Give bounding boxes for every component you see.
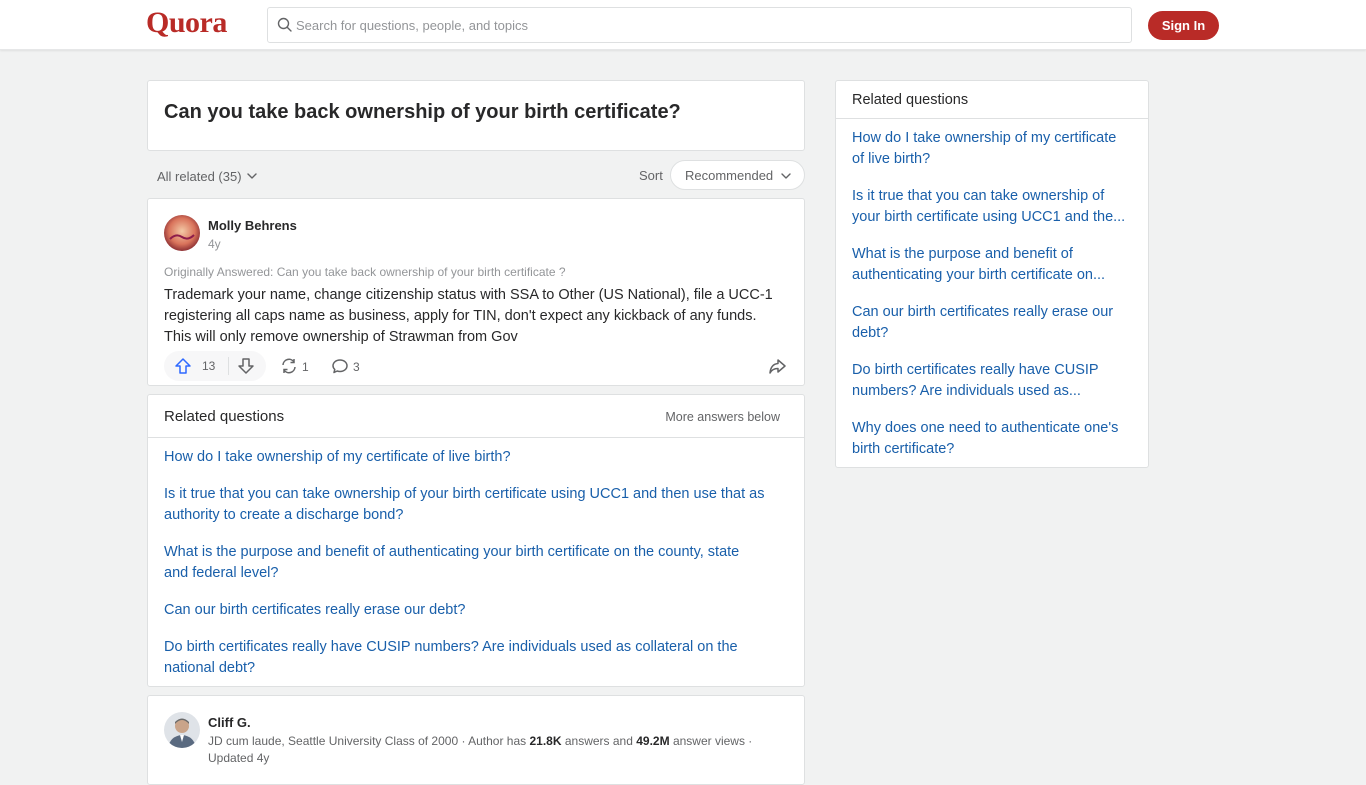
sidebar-question-link[interactable]: What is the purpose and benefit of authen…	[852, 244, 1136, 286]
credential-text: answer views ·	[669, 734, 753, 748]
link-line: Is it true that you can take ownership o…	[164, 486, 765, 502]
share-arrow-icon	[769, 359, 786, 374]
answer-card: Cliff G. JD cum laude, Seattle Universit…	[147, 695, 805, 785]
question-card: Can you take back ownership of your birt…	[147, 80, 805, 151]
related-question-link[interactable]: Is it true that you can take ownership o…	[164, 484, 764, 526]
comment-button[interactable]: 3	[331, 357, 360, 375]
link-line: and federal level?	[164, 565, 279, 581]
sort-dropdown[interactable]: Recommended	[670, 160, 805, 190]
sidebar-heading: Related questions	[852, 92, 969, 108]
link-line: numbers? Are individuals used as...	[852, 383, 1081, 399]
answer-body: Trademark your name, change citizenship …	[164, 285, 789, 348]
avatar[interactable]	[164, 215, 200, 251]
link-line: Do birth certificates really have CUSIP …	[164, 639, 738, 655]
vote-pill: 13	[164, 351, 266, 381]
credential-text: JD cum laude, Seattle University Class o…	[208, 734, 530, 748]
link-line: How do I take ownership of my certificat…	[164, 449, 511, 465]
avatar[interactable]	[164, 712, 200, 748]
quora-logo[interactable]: Quora	[146, 6, 227, 40]
link-line: Do birth certificates really have CUSIP	[852, 362, 1099, 378]
views-count: 49.2M	[636, 734, 670, 748]
updated-timestamp[interactable]: Updated 4y	[208, 751, 269, 765]
search-box[interactable]	[267, 7, 1132, 43]
author-name[interactable]: Cliff G.	[208, 715, 251, 730]
related-questions-inline: Related questions More answers below How…	[147, 394, 805, 687]
author-name[interactable]: Molly Behrens	[208, 218, 297, 233]
related-question-link[interactable]: Do birth certificates really have CUSIP …	[164, 637, 738, 679]
link-line: national debt?	[164, 660, 256, 676]
sidebar-question-link[interactable]: Do birth certificates really have CUSIP n…	[852, 360, 1136, 402]
question-title: Can you take back ownership of your birt…	[164, 101, 681, 123]
answer-actions: 13 1 3	[164, 351, 789, 381]
comment-icon	[332, 359, 348, 374]
link-line: birth certificate?	[852, 441, 955, 457]
related-question-link[interactable]: How do I take ownership of my certificat…	[164, 447, 511, 468]
answer-line: This will only remove ownership of Straw…	[164, 329, 518, 345]
link-line: Is it true that you can take ownership o…	[852, 188, 1105, 204]
reshare-count: 1	[302, 360, 309, 374]
link-line: Can our birth certificates really erase …	[164, 602, 466, 618]
downvote-icon	[238, 358, 254, 374]
share-button[interactable]	[768, 357, 786, 380]
link-line: Why does one need to authenticate one's	[852, 420, 1119, 436]
answer-timestamp[interactable]: 4y	[208, 237, 221, 251]
upvote-count: 13	[202, 359, 216, 373]
top-navigation-bar: Quora Sign In	[0, 0, 1366, 50]
link-line: debt?	[852, 325, 889, 341]
link-line: How do I take ownership of my certificat…	[852, 130, 1117, 146]
credential-text: answers and	[561, 734, 637, 748]
link-line: Can our birth certificates really erase …	[852, 304, 1114, 320]
related-question-link[interactable]: Can our birth certificates really erase …	[164, 600, 465, 621]
link-line: authenticating your birth certificate on…	[852, 267, 1106, 283]
upvote-icon	[175, 358, 191, 374]
answer-line: registering all caps name as business, a…	[164, 308, 757, 324]
link-line: of live birth?	[852, 151, 931, 167]
sidebar-question-link[interactable]: How do I take ownership of my certificat…	[852, 128, 1136, 170]
originally-answered-text: Originally Answered: Can you take back o…	[164, 265, 566, 279]
more-answers-below: More answers below	[665, 410, 780, 424]
link-line: your birth certificate using UCC1 and th…	[852, 209, 1126, 225]
search-input[interactable]	[296, 8, 1116, 42]
link-line: authority to create a discharge bond?	[164, 507, 404, 523]
sort-value: Recommended	[685, 167, 774, 183]
search-icon	[277, 17, 292, 32]
all-related-label: All related (35)	[157, 169, 242, 184]
answers-count: 21.8K	[529, 734, 562, 748]
downvote-button[interactable]	[237, 357, 255, 380]
link-line: What is the purpose and benefit of	[852, 246, 1073, 262]
sort-label: Sort	[639, 168, 663, 183]
answer-card: Molly Behrens 4y Originally Answered: Ca…	[147, 198, 805, 386]
vote-divider	[228, 357, 229, 375]
link-line: What is the purpose and benefit of authe…	[164, 544, 740, 560]
answer-line: Trademark your name, change citizenship …	[164, 287, 773, 303]
related-questions-heading: Related questions	[164, 408, 285, 425]
share-count-button[interactable]: 1	[280, 357, 309, 375]
comment-count: 3	[353, 360, 360, 374]
divider	[836, 118, 1148, 119]
divider	[148, 437, 804, 438]
reshare-icon	[282, 358, 296, 374]
sidebar-question-link[interactable]: Can our birth certificates really erase …	[852, 302, 1136, 344]
upvote-button[interactable]	[174, 357, 192, 380]
sidebar-question-link[interactable]: Is it true that you can take ownership o…	[852, 186, 1136, 228]
chevron-down-icon	[781, 173, 791, 179]
related-questions-sidebar: Related questions How do I take ownershi…	[835, 80, 1149, 468]
chevron-down-icon	[246, 173, 257, 179]
sidebar-question-link[interactable]: Why does one need to authenticate one's b…	[852, 418, 1136, 460]
sign-in-button[interactable]: Sign In	[1148, 11, 1219, 40]
related-question-link[interactable]: What is the purpose and benefit of authe…	[164, 542, 739, 584]
answers-filter-bar: All related (35) Sort Recommended	[147, 160, 805, 190]
all-related-dropdown[interactable]: All related (35)	[157, 169, 258, 184]
author-credentials: JD cum laude, Seattle University Class o…	[208, 733, 798, 767]
